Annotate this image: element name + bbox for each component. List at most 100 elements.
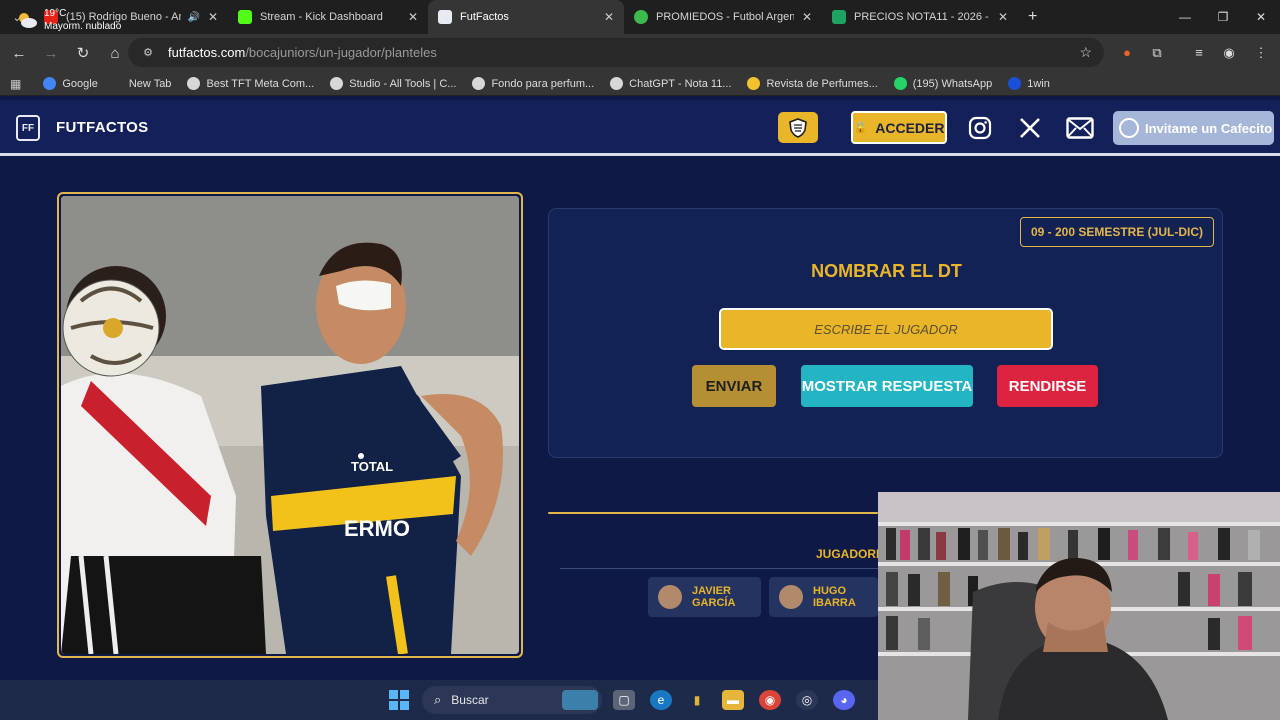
bookmark-whatsapp[interactable]: (195) WhatsApp — [893, 77, 992, 90]
weather-widget[interactable]: 19°C Mayorm. nublado — [16, 7, 121, 33]
media-control-icon[interactable]: ≡ — [1186, 38, 1212, 67]
cafecito-label: Invitame un Cafecito — [1145, 120, 1273, 136]
sheets-icon — [832, 10, 846, 24]
acceder-button[interactable]: 🔒 ACCEDER — [851, 111, 947, 144]
bookmark-label: Revista de Perfumes... — [766, 77, 878, 90]
acceder-label: ACCEDER — [875, 119, 945, 136]
home-icon[interactable]: ⌂ — [100, 38, 130, 68]
bookmark-fondo[interactable]: Fondo para perfum... — [472, 77, 594, 90]
new-tab-plus-icon[interactable]: + — [1028, 8, 1037, 26]
player-chip[interactable]: HUGO IBARRA — [769, 577, 878, 617]
taskbar-search-label: Buscar — [451, 693, 489, 707]
enviar-button[interactable]: ENVIAR — [692, 365, 776, 407]
mail-icon[interactable] — [1064, 114, 1096, 142]
bookmark-label: New Tab — [128, 77, 172, 90]
webcam-feed-illustration — [878, 492, 1280, 720]
game-title: NOMBRAR EL DT — [811, 261, 962, 281]
whatsapp-icon — [893, 77, 907, 90]
player-answer-input[interactable] — [719, 308, 1053, 350]
mostrar-respuesta-button[interactable]: MOSTRAR RESPUESTA — [801, 365, 973, 407]
cafecito-button[interactable]: Invitame un Cafecito — [1113, 111, 1274, 145]
edge-icon[interactable]: e — [650, 690, 672, 710]
shield-icon — [789, 117, 807, 138]
tab-label: Stream - Kick Dashboard — [260, 11, 383, 23]
bookmark-studio[interactable]: Studio - All Tools | C... — [330, 77, 456, 90]
close-window-icon[interactable]: ✕ — [1242, 0, 1280, 34]
kick-icon — [238, 10, 252, 24]
tab-futfactos[interactable]: FutFactos ✕ — [428, 0, 624, 34]
svg-text:ERMO: ERMO — [344, 516, 410, 541]
player-avatar — [658, 585, 682, 609]
revista-icon — [747, 77, 761, 90]
window-controls: — ❐ ✕ — [1166, 0, 1280, 34]
search-highlight-icon — [562, 690, 598, 710]
bookmark-google[interactable]: Google — [43, 77, 98, 90]
close-icon[interactable]: ✕ — [208, 10, 218, 24]
app-icon[interactable]: ▮ — [686, 690, 708, 710]
close-icon[interactable]: ✕ — [408, 10, 418, 24]
omnibox[interactable]: ⚙ futfactos.com/bocajuniors/un-jugador/p… — [128, 38, 1104, 67]
team-shield-button[interactable] — [778, 112, 818, 143]
brand-name[interactable]: FUTFACTOS — [56, 119, 148, 136]
bookmarks-bar: ▦ Google New Tab Best TFT Meta Com... St… — [0, 72, 1280, 96]
player-photo-illustration: ERMO TOTAL — [61, 196, 519, 654]
google-icon — [43, 77, 57, 90]
bookmark-star-icon[interactable]: ☆ — [1079, 44, 1092, 61]
instagram-icon[interactable] — [966, 114, 994, 142]
x-twitter-icon[interactable] — [1016, 114, 1044, 142]
close-icon[interactable]: ✕ — [604, 10, 614, 24]
futfactos-logo-icon[interactable]: FF — [16, 115, 40, 141]
tab-promiedos[interactable]: PROMIEDOS - Futbol Argentino ✕ — [624, 0, 822, 34]
player-avatar — [779, 585, 803, 609]
close-icon[interactable]: ✕ — [802, 10, 812, 24]
weather-temp: 19°C — [44, 8, 67, 19]
menu-dots-icon[interactable]: ⋮ — [1248, 38, 1274, 67]
bookmark-chatgpt[interactable]: ChatGPT - Nota 11... — [610, 77, 731, 90]
rendirse-button[interactable]: RENDIRSE — [997, 365, 1098, 407]
tab-sheets[interactable]: PRECIOS NOTA11 - 2026 - Hoja ✕ — [822, 0, 1018, 34]
profile-avatar-icon[interactable]: ◉ — [1216, 38, 1242, 67]
extensions-puzzle-icon[interactable]: ⧉ — [1144, 38, 1170, 67]
task-view-icon[interactable]: ▢ — [613, 690, 635, 710]
bookmark-label: Studio - All Tools | C... — [349, 77, 457, 90]
windows-start-icon[interactable] — [389, 690, 409, 710]
bookmark-new-tab[interactable]: New Tab — [129, 78, 172, 90]
player-photo: ERMO TOTAL — [61, 196, 519, 654]
address-bar-row: ← → ↻ ⌂ ⚙ futfactos.com/bocajuniors/un-j… — [0, 34, 1280, 72]
weather-text: 19°C Mayorm. nublado — [44, 7, 121, 33]
studio-icon — [330, 77, 344, 90]
chatgpt-icon — [610, 77, 624, 90]
apps-grid-icon[interactable]: ▦ — [10, 77, 21, 91]
weather-desc: Mayorm. nublado — [44, 21, 122, 32]
restore-icon[interactable]: ❐ — [1204, 0, 1242, 34]
site-header: FF FUTFACTOS 🔒 ACCEDER Invitame un Cafeci… — [0, 100, 1280, 156]
discord-icon[interactable]: ◕ — [833, 690, 855, 710]
close-icon[interactable]: ✕ — [998, 10, 1008, 24]
game-card: 09 - 200 SEMESTRE (JUL-DIC) NOMBRAR EL D… — [548, 208, 1223, 458]
jugadores-underline — [560, 568, 878, 569]
back-arrow-icon[interactable]: ← — [4, 38, 34, 68]
tab-kick[interactable]: Stream - Kick Dashboard ✕ — [228, 0, 428, 34]
openai-icon — [472, 77, 486, 90]
bookmark-revista[interactable]: Revista de Perfumes... — [747, 77, 878, 90]
minimize-icon[interactable]: — — [1166, 0, 1204, 34]
reload-icon[interactable]: ↻ — [68, 38, 98, 68]
speaker-icon[interactable]: 🔊 — [187, 12, 199, 23]
player-name: JAVIER GARCÍA — [692, 585, 736, 609]
site-info-icon[interactable]: ⚙ — [136, 46, 160, 59]
forward-arrow-icon[interactable]: → — [36, 38, 66, 68]
1win-icon — [1008, 77, 1022, 90]
bookmark-label: Fondo para perfum... — [491, 77, 595, 90]
player-chip[interactable]: JAVIER GARCÍA — [648, 577, 761, 617]
bookmark-tft[interactable]: Best TFT Meta Com... — [187, 77, 314, 90]
bookmark-label: 1win — [1027, 77, 1050, 90]
url-text: futfactos.com/bocajuniors/un-jugador/pla… — [168, 45, 437, 60]
semester-badge[interactable]: 09 - 200 SEMESTRE (JUL-DIC) — [1019, 217, 1214, 247]
tab-label: PRECIOS NOTA11 - 2026 - Hoja — [854, 11, 990, 23]
extension-fox-icon[interactable]: ● — [1114, 38, 1140, 67]
file-explorer-icon[interactable]: ▬ — [722, 690, 744, 710]
bookmark-1win[interactable]: 1win — [1008, 77, 1050, 90]
chrome-icon[interactable]: ◉ — [759, 690, 781, 710]
futfactos-icon — [438, 10, 452, 24]
obs-icon[interactable]: ◎ — [796, 690, 818, 710]
